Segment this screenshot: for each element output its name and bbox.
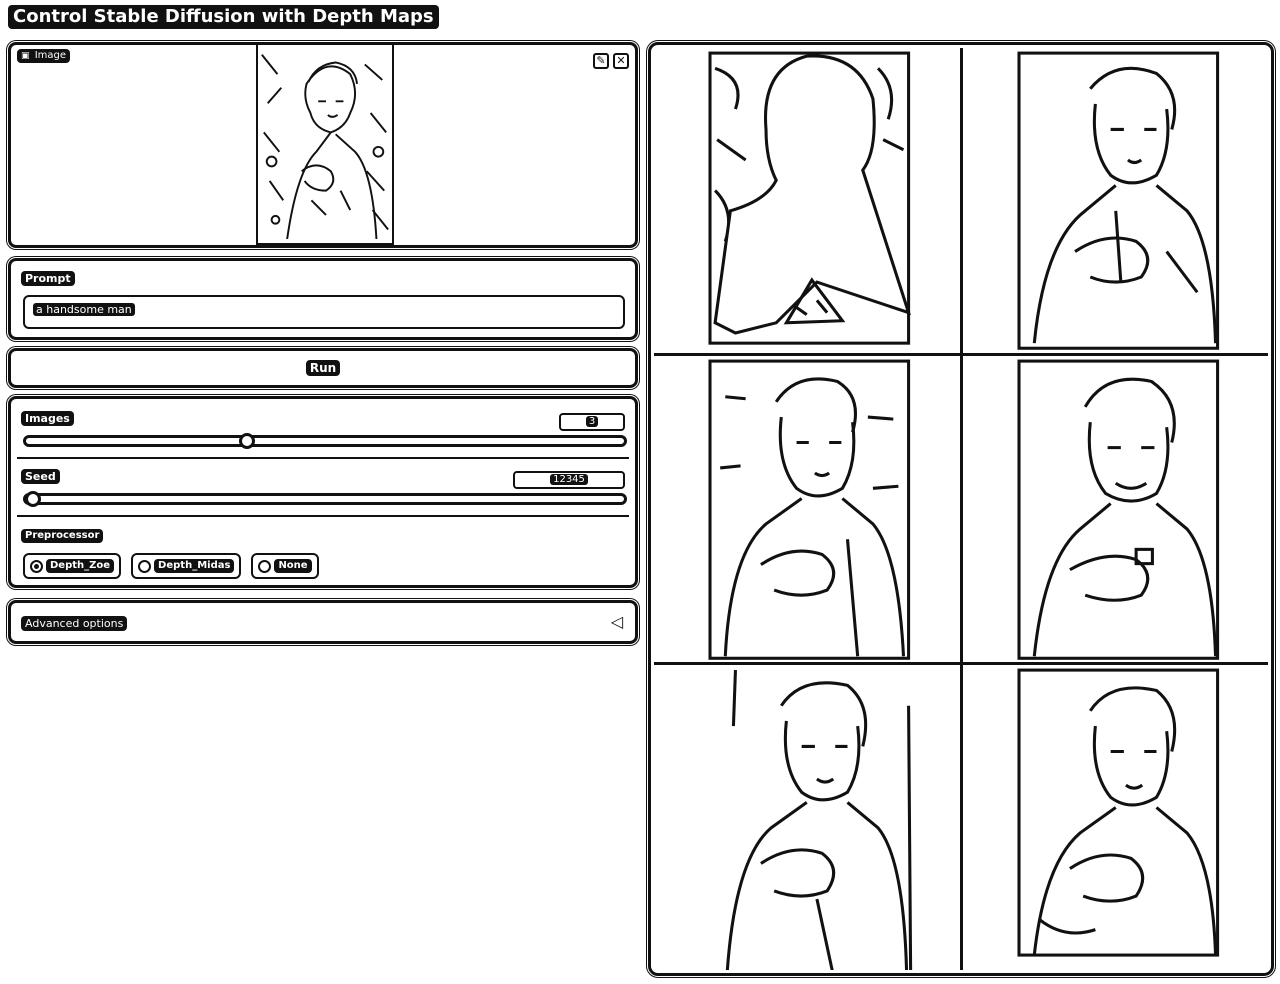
images-slider[interactable] <box>23 433 627 449</box>
seed-number-input[interactable]: 12345 <box>513 471 625 489</box>
radio-dot <box>258 559 272 573</box>
input-image-preview <box>256 45 394 245</box>
output-gallery <box>648 42 1274 976</box>
chevron-left-icon: ◁ <box>610 612 623 631</box>
gallery-grid <box>654 48 1268 970</box>
seed-number-value: 12345 <box>550 474 588 485</box>
app-title: Control Stable Diffusion with Depth Maps <box>8 5 439 29</box>
seed-slider[interactable] <box>23 491 627 507</box>
pencil-icon: ✎ <box>596 54 606 67</box>
gallery-image[interactable] <box>962 48 1268 354</box>
divider <box>17 457 629 459</box>
advanced-options-label: Advanced options <box>21 616 128 632</box>
gallery-image[interactable] <box>654 356 960 662</box>
divider <box>17 515 629 517</box>
close-icon: ✕ <box>616 54 626 67</box>
image-input-label: ▣ Image <box>17 49 71 63</box>
portrait-sketch <box>725 669 913 970</box>
radio-option[interactable]: None <box>251 553 319 579</box>
image-label-text: Image <box>34 50 67 61</box>
run-button[interactable]: Run <box>8 348 638 388</box>
radio-dot <box>138 559 152 573</box>
preprocessor-label: Preprocessor <box>21 529 104 543</box>
gallery-image[interactable] <box>962 356 1268 662</box>
radio-option[interactable]: Depth_Zoe <box>23 553 122 579</box>
images-slider-label: Images <box>21 411 74 427</box>
images-number-input[interactable]: 3 <box>559 413 625 431</box>
clear-image-button[interactable]: ✕ <box>613 53 629 69</box>
portrait-sketch <box>708 359 911 661</box>
seed-slider-label: Seed <box>21 469 60 485</box>
run-button-label: Run <box>305 359 341 377</box>
settings-panel: Images 3 Seed 12345 Preprocessor Depth_Z… <box>8 396 638 588</box>
images-slider-thumb[interactable] <box>239 433 256 449</box>
advanced-options-accordion[interactable]: Advanced options ◁ <box>8 600 638 644</box>
edit-image-button[interactable]: ✎ <box>593 53 609 69</box>
prompt-input[interactable]: a handsome man <box>23 295 625 329</box>
radio-option-label: Depth_Midas <box>154 559 235 573</box>
radio-option[interactable]: Depth_Midas <box>131 553 242 579</box>
image-input-panel[interactable]: ▣ Image ✎ ✕ <box>8 42 638 248</box>
prompt-label: Prompt <box>21 271 75 287</box>
depth-map-sketch <box>708 51 911 345</box>
gallery-image[interactable] <box>962 664 1268 970</box>
preprocessor-radio-group: Depth_Zoe Depth_Midas None <box>23 553 319 579</box>
portrait-sketch <box>1016 51 1219 350</box>
input-image-sketch <box>258 45 392 240</box>
images-number-value: 3 <box>585 416 599 427</box>
seed-slider-thumb[interactable] <box>25 491 42 507</box>
prompt-input-value: a handsome man <box>33 303 135 316</box>
portrait-sketch <box>1016 668 1219 957</box>
prompt-panel: Prompt a handsome man <box>8 258 638 340</box>
portrait-sketch <box>1016 359 1219 661</box>
gallery-image-depth-map[interactable] <box>654 48 960 354</box>
radio-option-label: None <box>274 559 312 573</box>
radio-dot <box>30 559 43 573</box>
radio-option-label: Depth_Zoe <box>46 559 115 573</box>
image-icon: ▣ <box>21 51 30 61</box>
gallery-image[interactable] <box>654 664 960 970</box>
